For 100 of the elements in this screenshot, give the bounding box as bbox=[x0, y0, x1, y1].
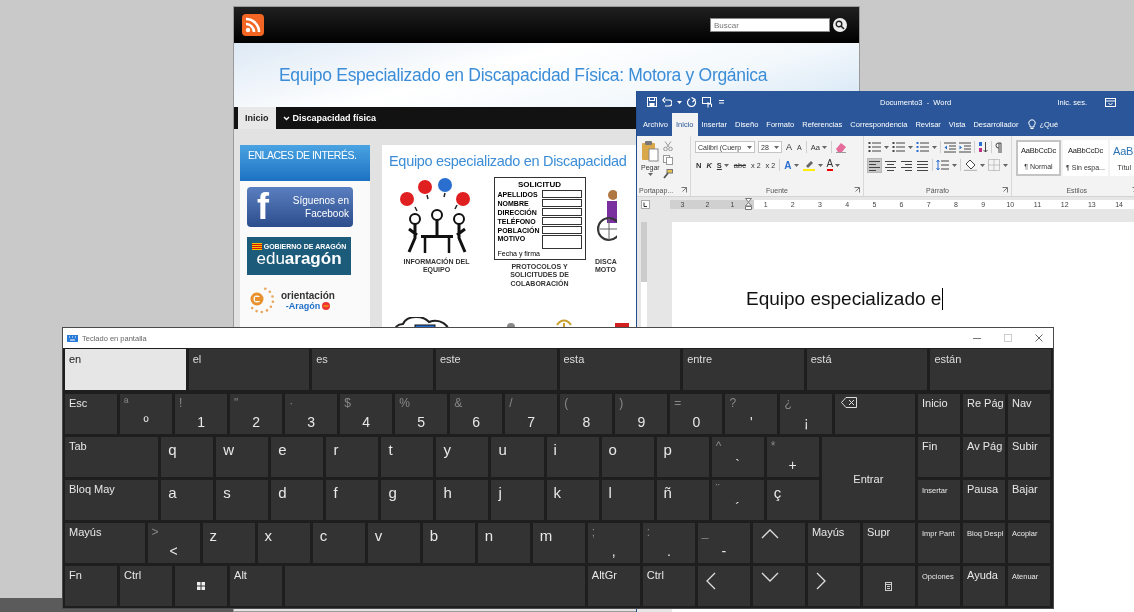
key[interactable]: m bbox=[532, 523, 585, 563]
key[interactable]: a bbox=[161, 480, 214, 520]
search-field[interactable]: Buscar bbox=[710, 18, 830, 32]
align-center-icon[interactable] bbox=[884, 158, 897, 172]
sort-icon[interactable] bbox=[978, 141, 988, 153]
key[interactable]: f bbox=[326, 480, 379, 520]
key[interactable]: Esc bbox=[65, 394, 118, 434]
key[interactable] bbox=[807, 566, 860, 606]
key[interactable]: i bbox=[546, 437, 599, 477]
key[interactable]: Subir bbox=[1008, 437, 1050, 477]
key[interactable]: j bbox=[491, 480, 544, 520]
key[interactable]: ; , bbox=[587, 523, 640, 563]
indent-marker-icon[interactable] bbox=[745, 198, 752, 210]
key[interactable]: ( 8 bbox=[560, 394, 613, 434]
key[interactable]: Ctrl bbox=[120, 566, 173, 606]
key[interactable]: ¨ ´ bbox=[711, 480, 764, 520]
key[interactable]: Ctrl bbox=[642, 566, 695, 606]
key[interactable]: _ - bbox=[697, 523, 750, 563]
caret-icon[interactable] bbox=[677, 100, 682, 104]
caret-icon[interactable] bbox=[774, 145, 779, 149]
prediction-key[interactable]: está bbox=[806, 349, 928, 390]
save-icon[interactable] bbox=[647, 97, 657, 107]
redo-icon[interactable] bbox=[687, 97, 697, 107]
key[interactable]: o bbox=[601, 437, 654, 477]
dialog-launcher-icon[interactable] bbox=[1002, 187, 1008, 193]
key[interactable]: · 3 bbox=[285, 394, 338, 434]
key[interactable]: Re Pág bbox=[963, 394, 1005, 434]
grow-font-button[interactable]: A bbox=[785, 142, 793, 152]
key[interactable]: ª º bbox=[120, 394, 173, 434]
customize-icon[interactable] bbox=[718, 99, 725, 105]
prediction-key[interactable]: es bbox=[312, 349, 433, 390]
key[interactable]: " 2 bbox=[230, 394, 283, 434]
key[interactable]: Tab bbox=[65, 437, 159, 477]
enter-key[interactable]: Entrar bbox=[821, 437, 915, 520]
key[interactable]: Bajar bbox=[1008, 480, 1050, 520]
prediction-key[interactable]: entre bbox=[683, 349, 804, 390]
caret-icon[interactable] bbox=[952, 163, 957, 167]
key[interactable] bbox=[697, 566, 750, 606]
key[interactable]: % 5 bbox=[395, 394, 448, 434]
touch-mode-icon[interactable] bbox=[702, 96, 713, 108]
pilcrow-icon[interactable] bbox=[995, 141, 1003, 153]
align-right-icon[interactable] bbox=[900, 158, 913, 172]
key[interactable]: p bbox=[656, 437, 709, 477]
key[interactable]: ) 9 bbox=[615, 394, 668, 434]
key[interactable]: l bbox=[601, 480, 654, 520]
key[interactable]: * + bbox=[766, 437, 819, 477]
key[interactable]: Ayuda bbox=[963, 566, 1005, 606]
caret-icon[interactable] bbox=[821, 145, 827, 149]
facebook-banner[interactable]: f Síguenos en Facebook bbox=[247, 187, 353, 227]
key[interactable]: u bbox=[491, 437, 544, 477]
key[interactable]: r bbox=[326, 437, 379, 477]
key[interactable]: Fin bbox=[918, 437, 960, 477]
prediction-key[interactable]: el bbox=[188, 349, 310, 390]
key[interactable] bbox=[175, 566, 228, 606]
caret-icon[interactable] bbox=[647, 173, 653, 176]
key[interactable]: > < bbox=[147, 523, 200, 563]
paint-bucket-icon[interactable] bbox=[964, 159, 977, 171]
caret-icon[interactable] bbox=[747, 145, 752, 149]
highlighter-icon[interactable] bbox=[802, 159, 815, 171]
key[interactable]: x bbox=[257, 523, 310, 563]
key[interactable]: ñ bbox=[656, 480, 709, 520]
caret-icon[interactable] bbox=[817, 163, 823, 167]
align-left-icon[interactable] bbox=[868, 158, 881, 172]
increase-indent-icon[interactable] bbox=[959, 141, 971, 153]
caret-icon[interactable] bbox=[723, 163, 729, 167]
key[interactable]: ? ' bbox=[725, 394, 778, 434]
search-icon[interactable] bbox=[833, 18, 847, 32]
nav-tab[interactable]: Discapacidad física bbox=[275, 107, 384, 129]
key[interactable]: Supr bbox=[862, 523, 915, 563]
dialog-launcher-icon[interactable] bbox=[854, 187, 860, 193]
key[interactable]: Av Pág bbox=[963, 437, 1005, 477]
lightbulb-icon[interactable] bbox=[1028, 119, 1037, 130]
undo-icon[interactable] bbox=[662, 97, 672, 107]
dialog-launcher-icon[interactable] bbox=[681, 187, 687, 193]
eraser-icon[interactable] bbox=[834, 141, 847, 153]
prediction-key[interactable]: en bbox=[65, 349, 186, 390]
key[interactable]: v bbox=[367, 523, 420, 563]
key[interactable]: AltGr bbox=[587, 566, 640, 606]
key[interactable]: y bbox=[436, 437, 489, 477]
text-effects-button[interactable]: A bbox=[783, 159, 800, 171]
key[interactable]: / 7 bbox=[505, 394, 558, 434]
key[interactable]: ¿ ¡ bbox=[780, 394, 833, 434]
copy-icon[interactable] bbox=[662, 155, 673, 165]
key[interactable]: s bbox=[216, 480, 269, 520]
paintbrush-icon[interactable] bbox=[662, 169, 673, 179]
key[interactable]: ^ ` bbox=[711, 437, 764, 477]
key[interactable]: k bbox=[546, 480, 599, 520]
key[interactable]: Nav bbox=[1008, 394, 1050, 434]
justify-icon[interactable] bbox=[916, 158, 929, 172]
caret-icon[interactable] bbox=[908, 145, 913, 149]
close-icon[interactable] bbox=[1035, 334, 1043, 342]
caret-icon[interactable] bbox=[980, 163, 985, 167]
key[interactable]: h bbox=[436, 480, 489, 520]
key[interactable]: ç bbox=[766, 480, 819, 520]
rss-icon[interactable] bbox=[242, 14, 264, 36]
key[interactable]: Fn bbox=[65, 566, 118, 606]
caret-icon[interactable] bbox=[932, 145, 937, 149]
line-spacing-icon[interactable] bbox=[936, 159, 949, 171]
key[interactable] bbox=[752, 566, 805, 606]
font-color-button[interactable]: A bbox=[825, 159, 842, 171]
